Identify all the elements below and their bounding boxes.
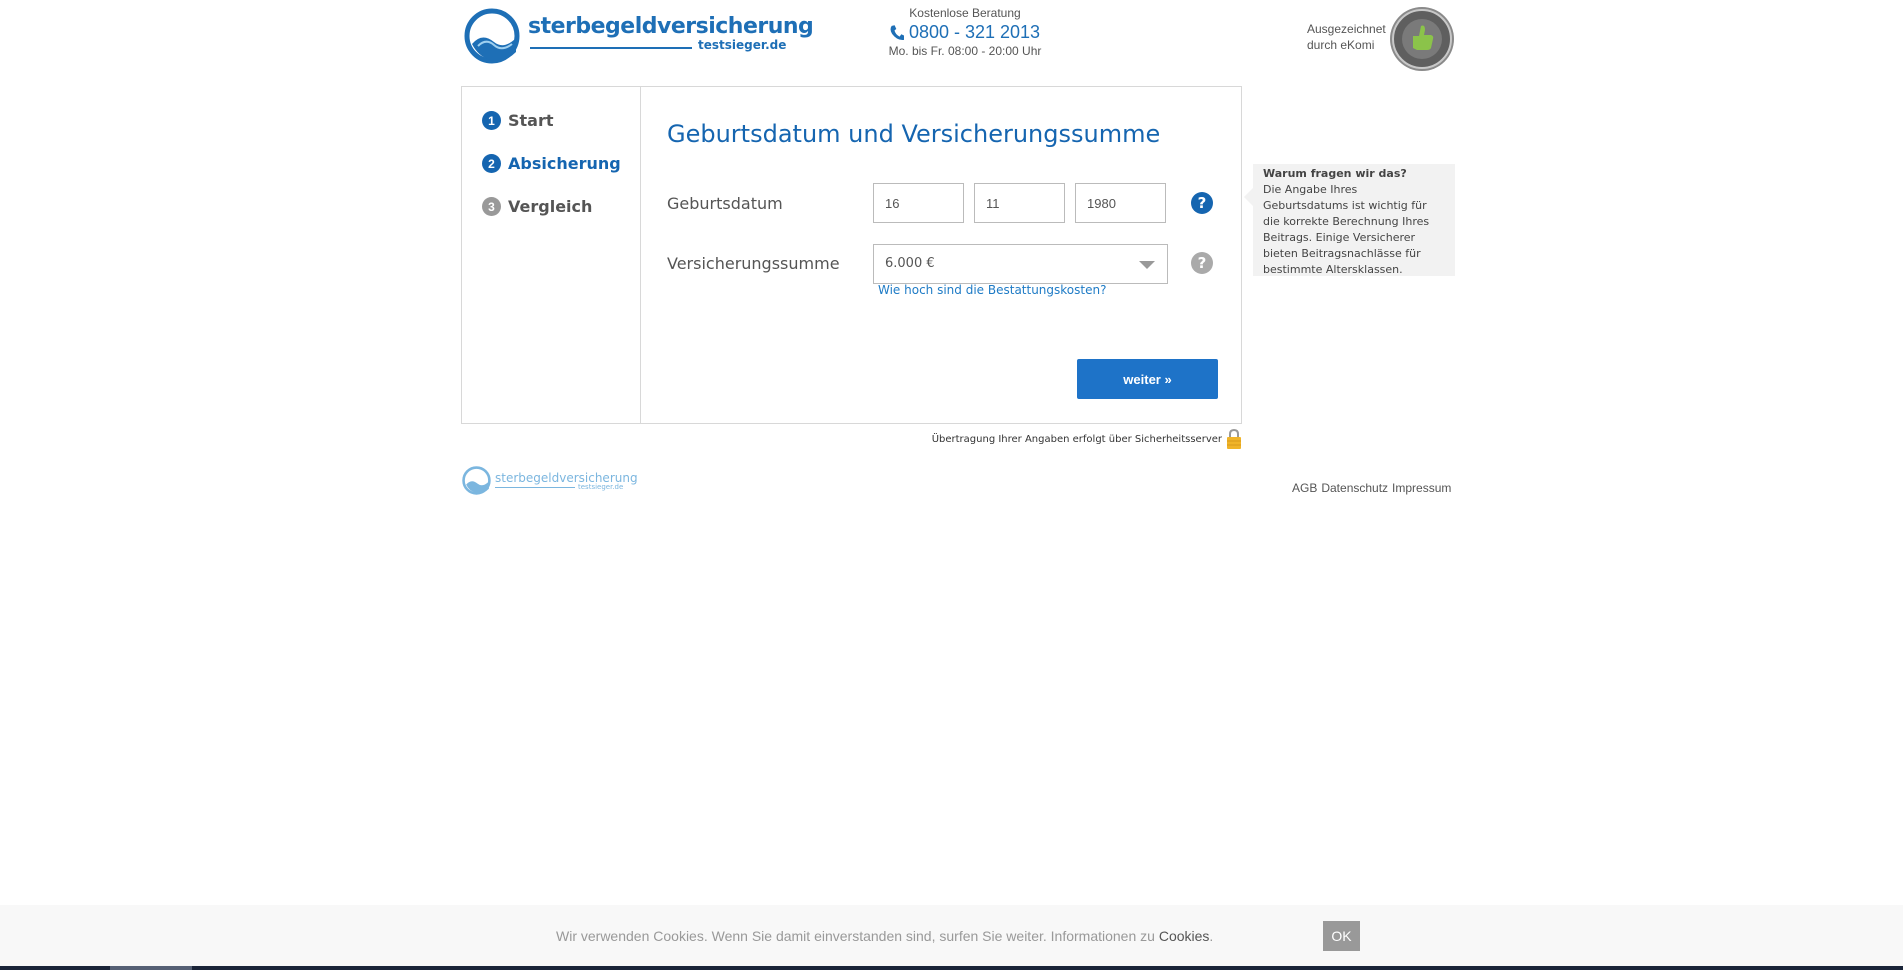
info-line: bieten Beitragsnachlässe für xyxy=(1263,247,1421,260)
award-text: Ausgezeichnet durch eKomi xyxy=(1307,21,1386,53)
birth-month-input[interactable] xyxy=(974,183,1065,223)
footer-logo-sub: testsieger.de xyxy=(578,483,624,491)
step-label: Start xyxy=(508,111,554,130)
step-number: 3 xyxy=(482,197,501,216)
footer-logo-underline xyxy=(495,487,575,488)
sum-label: Versicherungssumme xyxy=(667,254,840,273)
birth-day-input[interactable] xyxy=(873,183,964,223)
contact-label: Kostenlose Beratung xyxy=(909,6,1021,20)
question-icon[interactable]: ? xyxy=(1191,192,1213,214)
footer-link-agb[interactable]: AGB xyxy=(1292,481,1317,495)
tooltip-arrow xyxy=(1244,188,1253,206)
step-vergleich[interactable]: 3 Vergleich xyxy=(482,197,592,216)
lock-icon xyxy=(1227,428,1241,449)
award-line-2: durch eKomi xyxy=(1307,38,1375,52)
cookie-text: Wir verwenden Cookies. Wenn Sie damit ei… xyxy=(556,928,1214,944)
info-tooltip: Warum fragen wir das? Die Angabe Ihres G… xyxy=(1244,164,1455,278)
bottom-strip-segment xyxy=(110,966,192,970)
logo-brand: sterbegeldversicherung xyxy=(528,14,814,39)
footer-link-impressum[interactable]: Impressum xyxy=(1392,481,1451,495)
form-content: Geburtsdatum und Versicherungssumme Gebu… xyxy=(642,87,1242,423)
info-line: Beitrags. Einige Versicherer xyxy=(1263,231,1416,244)
award-block: Ausgezeichnet durch eKomi xyxy=(1307,6,1457,72)
step-label: Vergleich xyxy=(508,197,593,216)
question-icon[interactable]: ? xyxy=(1191,252,1213,274)
contact-hours: Mo. bis Fr. 08:00 - 20:00 Uhr xyxy=(888,44,1042,58)
contact-block: Kostenlose Beratung 0800 - 321 2013 Mo. … xyxy=(880,6,1050,58)
page-title: Geburtsdatum und Versicherungssumme xyxy=(667,120,1161,148)
info-line: die korrekte Berechnung Ihres xyxy=(1263,215,1430,228)
sum-select-value: 6.000 € xyxy=(885,256,935,271)
page: sterbegeldversicherung testsieger.de Kos… xyxy=(0,0,1903,970)
chevron-down-icon xyxy=(1139,261,1155,269)
ekomi-badge[interactable] xyxy=(1389,6,1455,72)
next-button[interactable]: weiter » xyxy=(1077,359,1218,399)
site-logo[interactable]: sterbegeldversicherung testsieger.de xyxy=(464,8,814,66)
info-line: bestimmte Altersklassen. xyxy=(1263,263,1403,276)
info-line: Die Angabe Ihres xyxy=(1263,183,1358,196)
phone-number: 0800 - 321 2013 xyxy=(908,22,1041,42)
logo-underline xyxy=(530,47,692,49)
sum-select[interactable]: 6.000 € xyxy=(873,244,1168,284)
cookie-info-link[interactable]: Cookies xyxy=(1159,928,1210,944)
step-label: Absicherung xyxy=(508,154,621,173)
step-number: 2 xyxy=(482,154,501,173)
info-title: Warum fragen wir das? xyxy=(1263,167,1407,180)
funeral-cost-link[interactable]: Wie hoch sind die Bestattungskosten? xyxy=(878,283,1106,297)
ekomi-badge-icon xyxy=(1390,7,1454,71)
wave-logo-icon xyxy=(462,466,491,495)
birth-year-input[interactable] xyxy=(1075,183,1166,223)
step-number: 1 xyxy=(482,111,501,130)
step-sidebar: 1 Start 2 Absicherung 3 Vergleich xyxy=(462,87,641,423)
info-line: Geburtsdatums ist wichtig für xyxy=(1263,199,1427,212)
wave-logo-icon xyxy=(464,8,520,64)
phone-icon xyxy=(890,24,904,40)
info-body: Die Angabe Ihres Geburtsdatums ist wicht… xyxy=(1263,182,1455,278)
logo-sub: testsieger.de xyxy=(698,38,787,52)
secure-note: Übertragung Ihrer Angaben erfolgt über S… xyxy=(880,428,1242,450)
secure-text: Übertragung Ihrer Angaben erfolgt über S… xyxy=(931,433,1222,445)
step-absicherung[interactable]: 2 Absicherung xyxy=(482,154,621,173)
award-line-1: Ausgezeichnet xyxy=(1307,22,1386,36)
birthdate-label: Geburtsdatum xyxy=(667,194,783,213)
cookie-bar: Wir verwenden Cookies. Wenn Sie damit ei… xyxy=(0,905,1903,966)
footer-logo[interactable]: sterbegeldversicherung testsieger.de xyxy=(462,466,638,498)
footer-links: AGB Datenschutz Impressum xyxy=(1292,481,1451,495)
bottom-strip xyxy=(0,966,1903,970)
footer-link-datenschutz[interactable]: Datenschutz xyxy=(1321,481,1388,495)
phone-link[interactable]: 0800 - 321 2013 xyxy=(880,22,1050,43)
form-panel: 1 Start 2 Absicherung 3 Vergleich Geburt… xyxy=(461,86,1242,424)
cookie-ok-button[interactable]: OK xyxy=(1323,921,1360,951)
cookie-message: Wir verwenden Cookies. Wenn Sie damit ei… xyxy=(556,928,1155,944)
step-start[interactable]: 1 Start xyxy=(482,111,554,130)
